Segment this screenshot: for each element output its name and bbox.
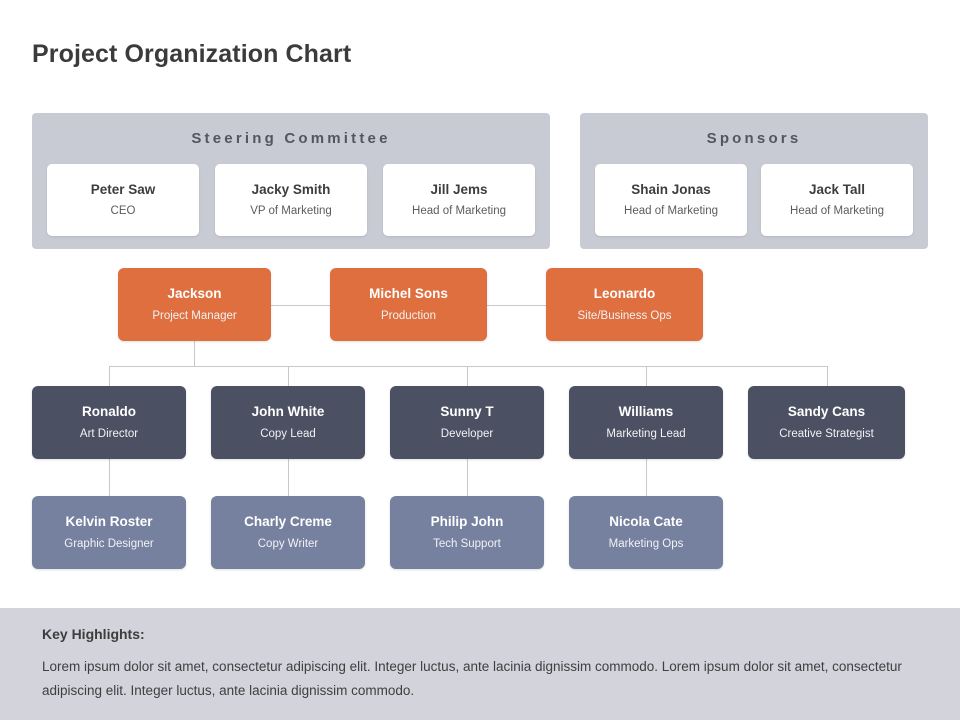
member-card-jill-jems[interactable]: Jill Jems Head of Marketing [383,164,535,236]
connector-jackson-to-michel-sons [271,305,330,306]
connector-ronaldo-to-kelvin-roster [109,459,110,496]
connector-manager-bus [109,366,828,367]
node-role: Creative Strategist [779,427,874,440]
node-name: Charly Creme [244,513,332,529]
node-sunny-t[interactable]: Sunny T Developer [390,386,544,459]
connector-michel-sons-to-leonardo [487,305,546,306]
connector-bus-to-ronaldo [109,366,110,386]
node-name: Michel Sons [369,285,448,301]
connector-bus-to-john-white [288,366,289,386]
connector-jackson-drop [194,341,195,366]
node-name: Jackson [167,285,222,301]
member-card-jack-tall[interactable]: Jack Tall Head of Marketing [761,164,913,236]
member-name: Shain Jonas [631,181,711,197]
node-name: Philip John [430,513,504,529]
node-role: Tech Support [433,537,501,550]
member-name: Jill Jems [430,181,488,197]
node-ronaldo[interactable]: Ronaldo Art Director [32,386,186,459]
group-title-sponsors: Sponsors [706,130,802,147]
member-name: Peter Saw [90,181,156,197]
connector-bus-to-sunny-t [467,366,468,386]
page-title: Project Organization Chart [32,40,352,68]
node-role: Graphic Designer [64,537,154,550]
key-highlights-heading: Key Highlights: [42,626,145,642]
member-role: VP of Marketing [250,204,332,217]
member-name: Jacky Smith [251,181,331,197]
group-title-steering-committee: Steering Committee [191,130,391,147]
node-charly-creme[interactable]: Charly Creme Copy Writer [211,496,365,569]
node-name: Sunny T [440,403,494,419]
member-role: Head of Marketing [790,204,884,217]
node-role: Site/Business Ops [577,309,672,322]
node-role: Marketing Ops [608,537,684,550]
connector-john-white-to-charly-creme [288,459,289,496]
node-sandy-cans[interactable]: Sandy Cans Creative Strategist [748,386,905,459]
node-john-white[interactable]: John White Copy Lead [211,386,365,459]
member-role: CEO [110,204,136,217]
node-name: Leonardo [593,285,656,301]
node-name: Ronaldo [82,403,136,419]
node-williams[interactable]: Williams Marketing Lead [569,386,723,459]
member-card-jacky-smith[interactable]: Jacky Smith VP of Marketing [215,164,367,236]
node-philip-john[interactable]: Philip John Tech Support [390,496,544,569]
node-role: Developer [440,427,494,440]
node-role: Copy Lead [260,427,316,440]
node-name: John White [251,403,325,419]
node-role: Art Director [79,427,139,440]
node-role: Project Manager [152,309,237,322]
node-kelvin-roster[interactable]: Kelvin Roster Graphic Designer [32,496,186,569]
connector-bus-to-williams [646,366,647,386]
node-michel-sons[interactable]: Michel Sons Production [330,268,487,341]
node-leonardo[interactable]: Leonardo Site/Business Ops [546,268,703,341]
connector-sunny-t-to-philip-john [467,459,468,496]
key-highlights-body: Lorem ipsum dolor sit amet, consectetur … [42,659,902,698]
node-role: Marketing Lead [606,427,686,440]
member-name: Jack Tall [808,181,866,197]
member-card-shain-jonas[interactable]: Shain Jonas Head of Marketing [595,164,747,236]
slide-canvas: Project Organization Chart Steering Comm… [0,0,960,720]
node-role: Copy Writer [257,537,319,550]
connector-williams-to-nicola-cate [646,459,647,496]
member-card-peter-saw[interactable]: Peter Saw CEO [47,164,199,236]
node-role: Production [381,309,436,322]
node-name: Nicola Cate [609,513,683,529]
member-role: Head of Marketing [412,204,506,217]
node-jackson[interactable]: Jackson Project Manager [118,268,271,341]
member-role: Head of Marketing [624,204,718,217]
node-name: Sandy Cans [787,403,866,419]
node-nicola-cate[interactable]: Nicola Cate Marketing Ops [569,496,723,569]
node-name: Williams [618,403,674,419]
connector-bus-to-sandy-cans [827,366,828,386]
node-name: Kelvin Roster [65,513,153,529]
